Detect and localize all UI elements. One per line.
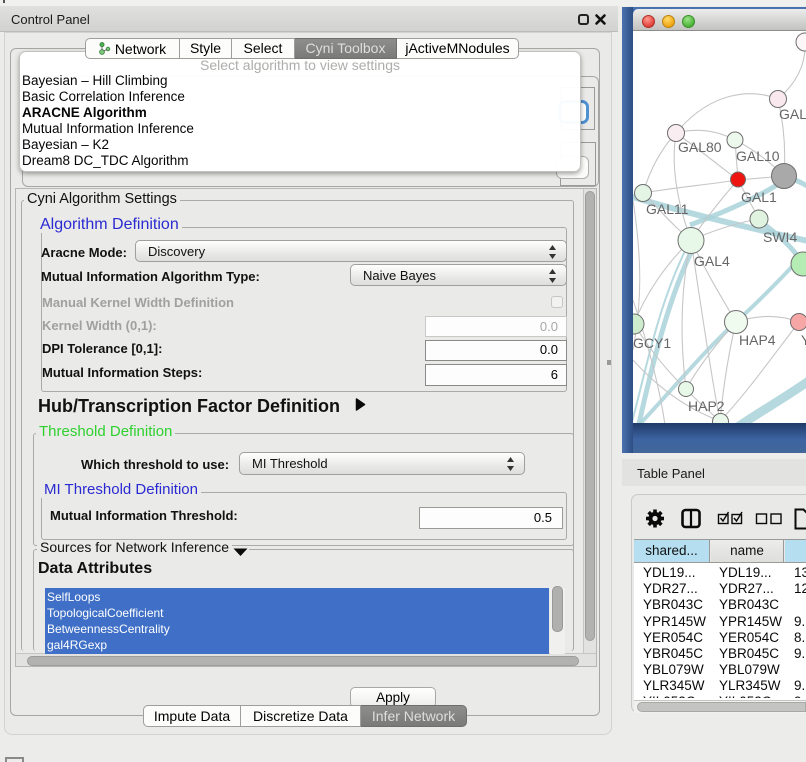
svg-text:GAL1: GAL1 xyxy=(741,189,777,205)
svg-text:GCY1: GCY1 xyxy=(633,335,671,351)
svg-text:GAL: GAL xyxy=(779,106,806,122)
svg-text:SWI4: SWI4 xyxy=(763,229,797,245)
svg-text:Y: Y xyxy=(801,332,806,348)
svg-text:HAP4: HAP4 xyxy=(739,332,776,348)
svg-text:HAP2: HAP2 xyxy=(688,398,725,414)
svg-text:GAL10: GAL10 xyxy=(736,148,780,164)
svg-text:GAL4: GAL4 xyxy=(694,253,730,269)
svg-text:GAL11: GAL11 xyxy=(646,201,689,217)
svg-text:GAL80: GAL80 xyxy=(678,139,722,155)
